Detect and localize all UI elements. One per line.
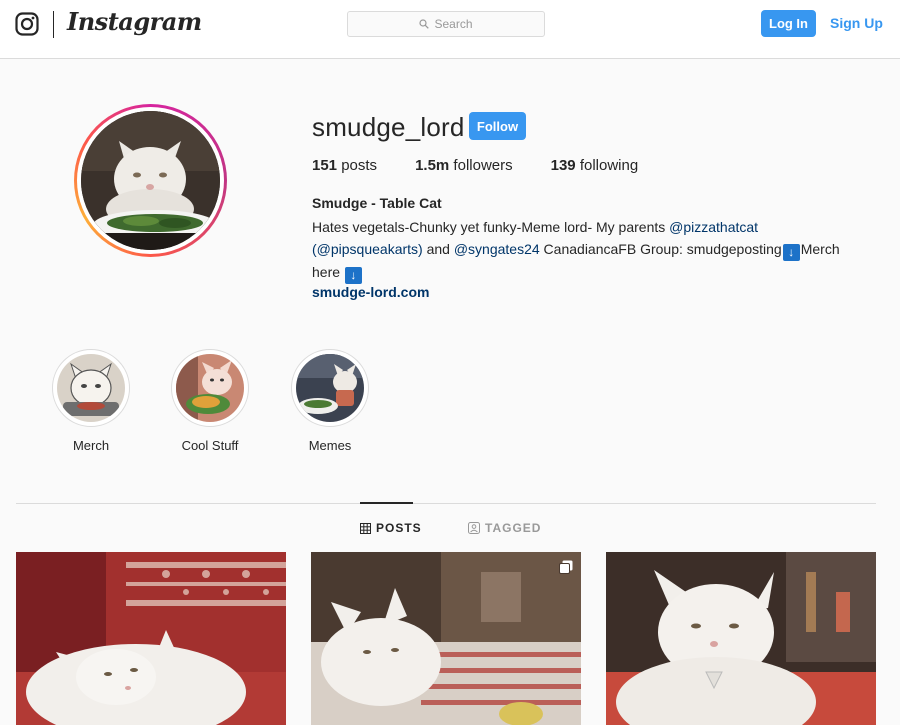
- tab-posts[interactable]: POSTS: [360, 521, 422, 535]
- post-thumbnail[interactable]: [311, 552, 581, 725]
- profile-avatar[interactable]: [74, 104, 227, 257]
- highlight-thumbnail: [296, 354, 364, 422]
- down-arrow-emoji-icon: ↓: [782, 244, 800, 261]
- followers-label: followers: [449, 157, 513, 174]
- highlight-thumbnail: [176, 354, 244, 422]
- active-tab-indicator: [360, 502, 413, 504]
- post-thumbnail[interactable]: [16, 552, 286, 725]
- multiple-photos-icon: [559, 560, 573, 574]
- logo-divider: [53, 11, 54, 38]
- followers-stat[interactable]: 1.5m followers: [415, 157, 513, 174]
- post-thumbnail[interactable]: [606, 552, 876, 725]
- highlight-label: Cool Stuff: [181, 438, 239, 453]
- down-arrow-emoji-icon: ↓: [344, 267, 362, 284]
- highlight-ring: [52, 349, 130, 427]
- tag-person-icon: [468, 522, 480, 534]
- highlight-ring: [291, 349, 369, 427]
- highlight-thumbnail: [57, 354, 125, 422]
- instagram-camera-icon[interactable]: [15, 12, 39, 36]
- highlight-ring: [171, 349, 249, 427]
- highlight-memes[interactable]: Memes: [270, 349, 390, 459]
- bio-website-link[interactable]: smudge-lord.com: [312, 284, 429, 300]
- followers-count: 1.5m: [415, 157, 450, 174]
- mention-link-syngates24[interactable]: @syngates24: [454, 241, 540, 257]
- login-button[interactable]: Log In: [761, 10, 816, 37]
- posts-stat: 151 posts: [312, 157, 377, 174]
- bio-text-3: and: [422, 241, 454, 257]
- avatar-photo: [81, 111, 220, 250]
- bio-text-4: CanadiancaFB Group: smudgeposting: [539, 241, 782, 257]
- following-label: following: [575, 157, 639, 174]
- instagram-wordmark[interactable]: Instagram: [67, 7, 202, 36]
- tab-tagged-label: TAGGED: [485, 521, 542, 535]
- highlight-cool-stuff[interactable]: Cool Stuff: [150, 349, 270, 459]
- highlight-label: Merch: [72, 438, 110, 453]
- tab-tagged[interactable]: TAGGED: [468, 521, 541, 535]
- mention-link-pipsqueakarts[interactable]: (@pipsqueakarts): [312, 241, 423, 257]
- highlight-label: Memes: [308, 438, 352, 453]
- signup-link[interactable]: Sign Up: [830, 15, 883, 31]
- bio-text-1: Hates vegetals-Chunky yet funky-Meme lor…: [312, 219, 670, 235]
- search-icon: [419, 19, 430, 29]
- bio-full-name: Smudge - Table Cat: [312, 195, 442, 211]
- follow-button[interactable]: Follow: [469, 112, 526, 140]
- highlight-merch[interactable]: Merch: [31, 349, 151, 459]
- following-count: 139: [550, 157, 576, 174]
- tabs-divider: [16, 503, 876, 504]
- following-stat[interactable]: 139 following: [551, 157, 639, 174]
- mention-link-pizzathatcat[interactable]: @pizzathatcat: [669, 219, 758, 235]
- search-placeholder: Search: [434, 17, 473, 31]
- posts-label: posts: [337, 157, 378, 174]
- posts-count: 151: [312, 157, 338, 174]
- top-nav: Instagram Search Log In Sign Up: [0, 0, 900, 59]
- profile-stats: 151 posts 1.5m followers 139 following: [312, 157, 676, 174]
- profile-username: smudge_lord: [312, 112, 465, 142]
- tab-posts-label: POSTS: [376, 521, 422, 535]
- search-input[interactable]: Search: [347, 11, 545, 37]
- grid-icon: [360, 522, 371, 534]
- bio-text: Hates vegetals-Chunky yet funky-Meme lor…: [312, 216, 862, 284]
